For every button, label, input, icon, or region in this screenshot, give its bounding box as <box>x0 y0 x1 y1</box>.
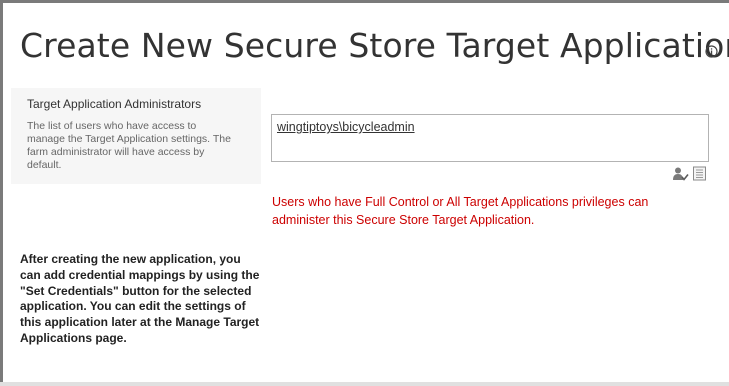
resolved-user-entry[interactable]: wingtiptoys\bicycleadmin <box>277 120 415 134</box>
info-icon[interactable] <box>705 45 718 58</box>
administrators-people-picker[interactable]: wingtiptoys\bicycleadmin <box>271 114 709 162</box>
permissions-warning: Users who have Full Control or All Targe… <box>272 195 649 227</box>
window-frame-bottom <box>0 382 729 386</box>
section-description: The list of users who have access to man… <box>27 120 231 171</box>
section-title: Target Application Administrators <box>27 97 202 111</box>
credential-mapping-help: After creating the new application, you … <box>20 252 260 345</box>
address-book-icon[interactable] <box>692 166 707 181</box>
window-frame-top <box>0 0 729 3</box>
check-names-icon[interactable] <box>672 166 689 182</box>
window-frame-left <box>0 0 3 386</box>
page-title: Create New Secure Store Target Applicati… <box>20 26 729 65</box>
